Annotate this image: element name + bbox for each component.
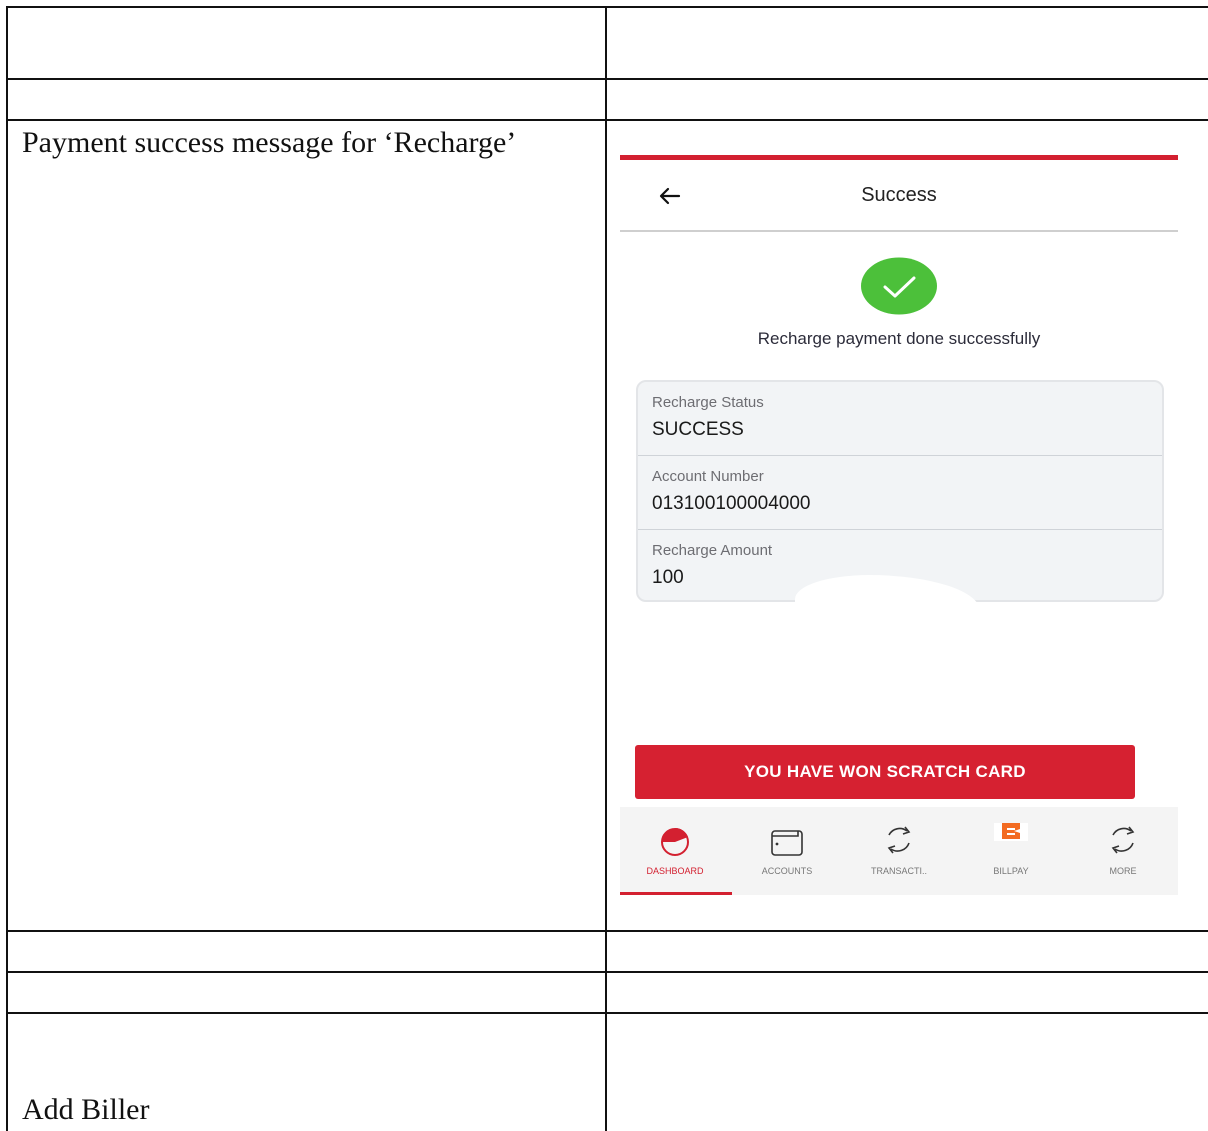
scratch-card-button[interactable]: YOU HAVE WON SCRATCH CARD [635,745,1135,799]
details-card: Recharge Status SUCCESS Account Number 0… [636,380,1164,602]
detail-row-account: Account Number 013100100004000 [638,456,1162,530]
nav-label: ACCOUNTS [761,866,813,876]
more-icon [1103,823,1143,859]
nav-item-accounts[interactable]: ACCOUNTS [732,807,842,895]
nav-item-more[interactable]: MORE [1068,807,1178,895]
page-title: Success [861,184,937,206]
nav-item-dashboard[interactable]: DASHBOARD [620,807,732,895]
table-border [6,6,8,1131]
nav-label: TRANSACTI.. [870,866,927,876]
success-check-icon [860,257,938,315]
table-border [6,6,1208,8]
detail-row-status: Recharge Status SUCCESS [638,382,1162,456]
detail-value: 100 [652,567,684,588]
detail-label: Recharge Amount [652,542,773,559]
detail-label: Recharge Status [652,394,764,411]
table-border [6,971,1208,973]
nav-item-transactions[interactable]: TRANSACTI.. [844,807,954,895]
nav-item-billpay[interactable]: BILLPAY [956,807,1066,895]
wallet-icon [767,823,807,859]
table-border [605,6,607,1131]
transactions-icon [879,823,919,859]
success-message: Recharge payment done successfully [757,329,1041,348]
detail-label: Account Number [652,468,764,485]
row-label-recharge: Payment success message for ‘Recharge’ [22,126,517,159]
table-border [6,119,1208,121]
detail-value: 013100100004000 [652,493,811,514]
nav-label: DASHBOARD [646,866,704,876]
bottom-nav: DASHBOARD ACCOUNTS TRANSACTI.. BILLPAY M… [620,807,1178,895]
billpay-icon [991,813,1031,859]
table-border [6,78,1208,80]
detail-value: SUCCESS [652,419,744,440]
row-label-add-biller: Add Biller [22,1093,150,1126]
app-screenshot: Success Recharge payment done successful… [620,155,1178,895]
nav-label: MORE [1109,866,1137,876]
active-tab-indicator [620,892,732,895]
nav-label: BILLPAY [993,866,1029,876]
table-border [6,930,1208,932]
app-header: Success [620,160,1178,232]
table-border [6,1012,1208,1014]
dashboard-icon [655,823,695,859]
